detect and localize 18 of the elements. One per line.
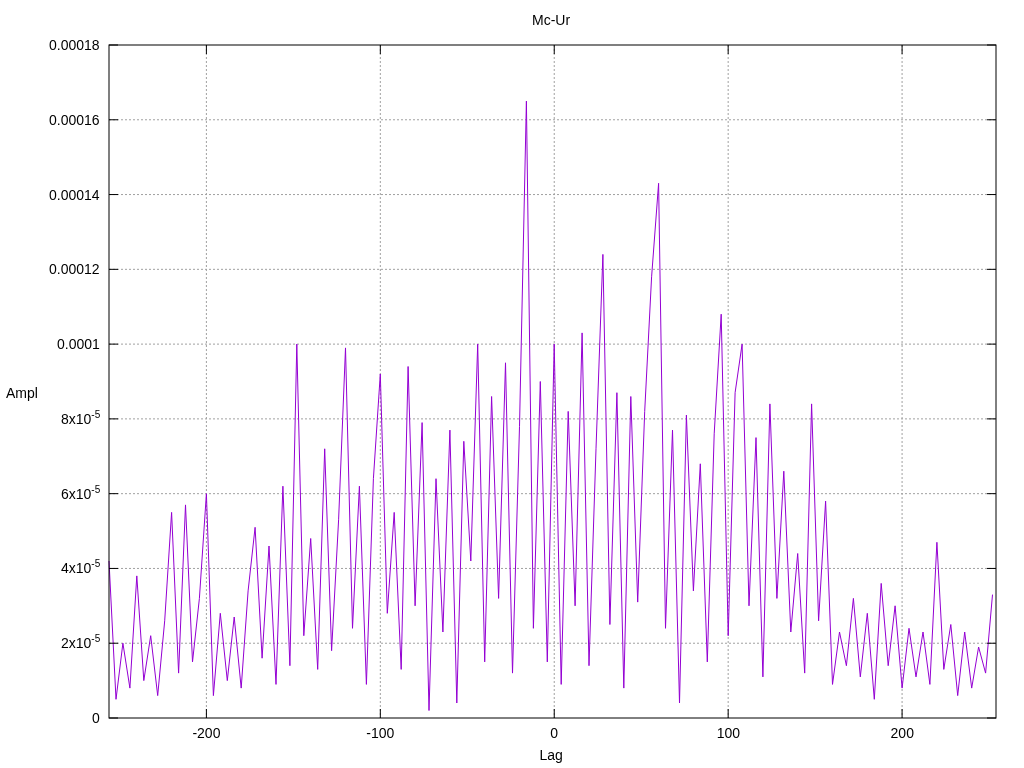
y-tick-label: 0.00014 [49, 187, 100, 202]
x-tick-label: -100 [366, 726, 395, 740]
x-tick-label: 0 [550, 726, 559, 740]
x-tick-label: -200 [192, 726, 221, 740]
y-tick-label: 0.00012 [49, 262, 100, 277]
y-tick-label: 8x10$^{-5}$ [61, 411, 101, 426]
y-tick-label: 0.0001 [57, 337, 100, 352]
chart-title: Mc-Ur [532, 13, 571, 27]
y-axis-label: Ampl [6, 386, 38, 400]
x-tick-label: 200 [890, 726, 914, 740]
y-tick-label: 6x10$^{-5}$ [61, 486, 101, 501]
y-tick-label: 2x10$^{-5}$ [61, 636, 101, 651]
y-tick-label: 0.00016 [49, 112, 100, 127]
x-tick-label: 100 [716, 726, 740, 740]
x-axis-label: Lag [539, 748, 563, 762]
y-tick-label: 0 [92, 711, 100, 725]
y-tick-label: 0.00018 [49, 38, 100, 52]
y-tick-label: 4x10$^{-5}$ [61, 561, 101, 576]
